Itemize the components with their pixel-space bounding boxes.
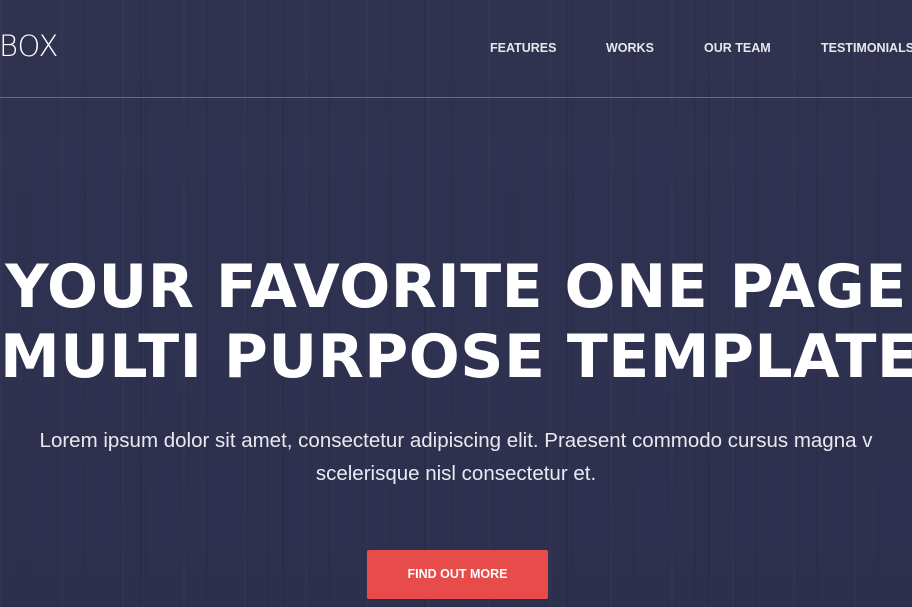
- nav-item-works[interactable]: WORKS: [606, 40, 654, 56]
- hero-title: YOUR FAVORITE ONE PAGE MULTI PURPOSE TEM…: [0, 252, 912, 392]
- find-out-more-button[interactable]: FIND OUT MORE: [367, 550, 548, 599]
- main-nav: FEATURES WORKS OUR TEAM TESTIMONIALS: [0, 0, 912, 97]
- site-header: BOX FEATURES WORKS OUR TEAM TESTIMONIALS: [0, 0, 912, 98]
- nav-item-our-team[interactable]: OUR TEAM: [704, 40, 771, 56]
- hero-description: Lorem ipsum dolor sit amet, consectetur …: [0, 424, 912, 490]
- hero-title-line-2: MULTI PURPOSE TEMPLATE: [0, 322, 912, 392]
- hero-description-line-2: scelerisque nisl consectetur et.: [315, 462, 597, 485]
- nav-item-testimonials[interactable]: TESTIMONIALS: [821, 40, 912, 56]
- nav-item-features[interactable]: FEATURES: [490, 40, 556, 56]
- hero-title-line-1: YOUR FAVORITE ONE PAGE: [5, 252, 907, 322]
- hero-description-line-1: Lorem ipsum dolor sit amet, consectetur …: [39, 429, 873, 452]
